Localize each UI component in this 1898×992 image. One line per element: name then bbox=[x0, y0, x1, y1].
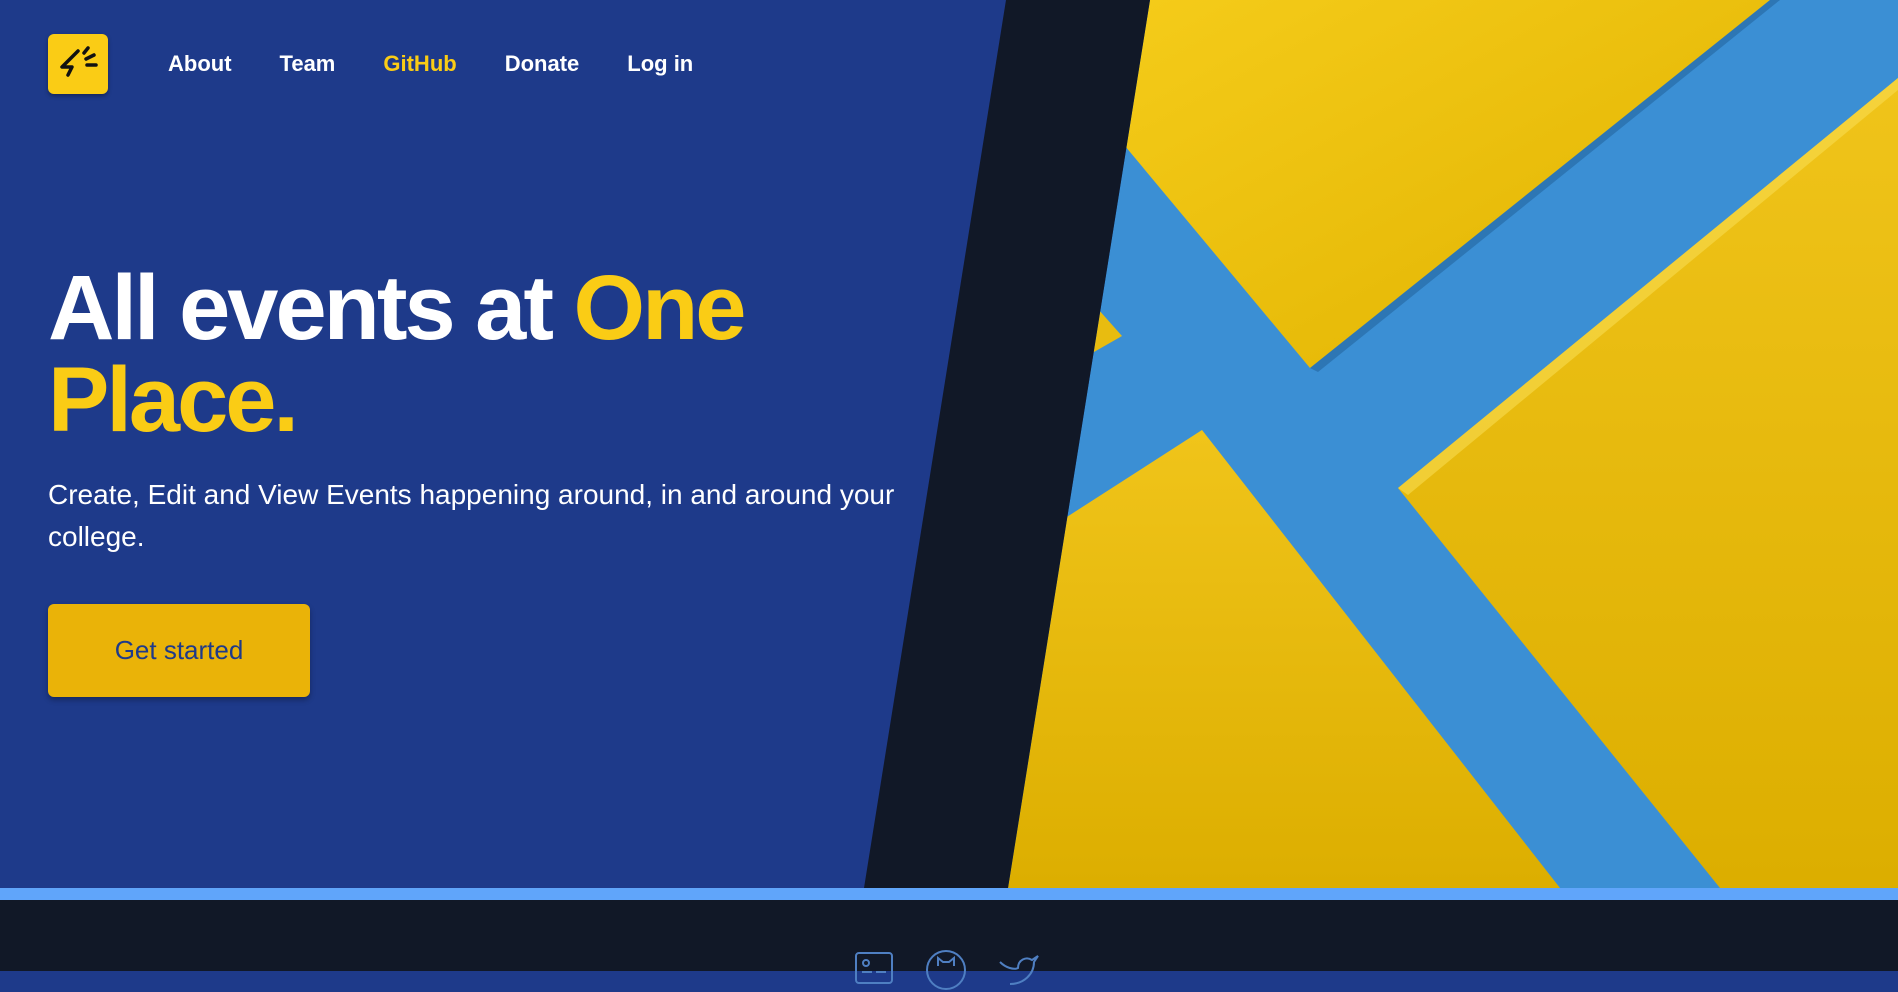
hero-subtitle: Create, Edit and View Events happening a… bbox=[48, 479, 895, 552]
nav-donate[interactable]: Donate bbox=[505, 51, 580, 77]
headline-text: All events at bbox=[48, 257, 574, 359]
get-started-button[interactable]: Get started bbox=[48, 604, 310, 697]
nav-team[interactable]: Team bbox=[280, 51, 336, 77]
megaphone-icon bbox=[56, 45, 100, 83]
id-card-icon[interactable] bbox=[852, 948, 896, 992]
github-icon[interactable] bbox=[924, 948, 968, 992]
twitter-icon[interactable] bbox=[996, 948, 1040, 992]
accent-strip bbox=[0, 888, 1898, 900]
footer bbox=[0, 900, 1898, 990]
nav-links: About Team GitHub Donate Log in bbox=[168, 51, 741, 77]
top-nav: About Team GitHub Donate Log in bbox=[48, 34, 741, 94]
hero-headline: All events at One Place. bbox=[48, 262, 948, 446]
nav-about[interactable]: About bbox=[168, 51, 232, 77]
footer-icons bbox=[852, 948, 1040, 990]
nav-github[interactable]: GitHub bbox=[383, 51, 456, 77]
logo[interactable] bbox=[48, 34, 108, 94]
nav-login[interactable]: Log in bbox=[627, 51, 693, 77]
